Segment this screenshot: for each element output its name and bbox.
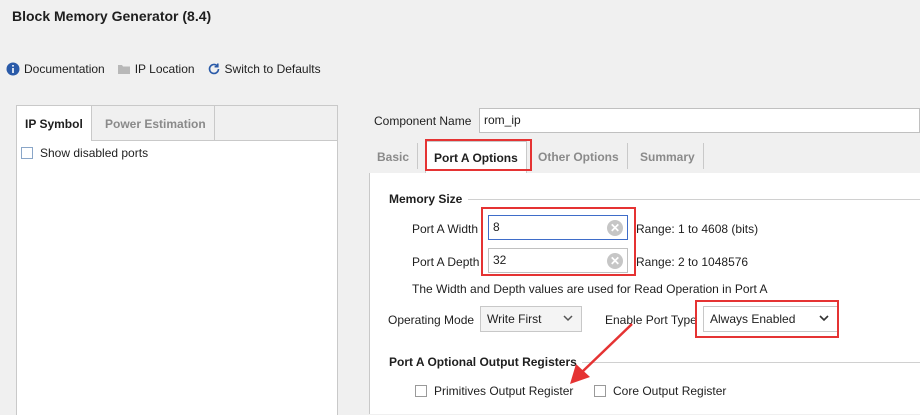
config-tab-bar: Basic Port A Options Other Options Summa… <box>369 141 920 174</box>
folder-icon <box>117 62 131 76</box>
tab-basic[interactable]: Basic <box>369 143 419 169</box>
ip-symbol-panel: IP Symbol Power Estimation Show disabled… <box>16 105 338 415</box>
tab-ip-symbol[interactable]: IP Symbol <box>17 106 92 141</box>
ip-location-label: IP Location <box>134 62 195 76</box>
annotation-arrow-icon <box>570 323 633 384</box>
clear-depth-icon[interactable]: ✕ <box>607 253 623 269</box>
switch-defaults-label: Switch to Defaults <box>224 62 321 76</box>
component-name-label: Component Name <box>374 114 472 128</box>
info-icon <box>6 62 20 76</box>
memory-size-title: Memory Size <box>389 192 463 206</box>
tab-summary[interactable]: Summary <box>632 143 704 169</box>
tab-port-a-options[interactable]: Port A Options <box>425 141 527 174</box>
width-depth-note: The Width and Depth values are used for … <box>412 282 768 296</box>
memory-size-divider <box>468 199 920 200</box>
tab-power-estimation[interactable]: Power Estimation <box>97 106 215 140</box>
chevron-down-icon <box>819 312 829 326</box>
port-a-width-range: Range: 1 to 4608 (bits) <box>636 222 759 236</box>
port-a-depth-label: Port A Depth <box>412 255 480 269</box>
tab-other-options[interactable]: Other Options <box>530 143 628 169</box>
operating-mode-label: Operating Mode <box>388 313 475 327</box>
clear-width-icon[interactable]: ✕ <box>607 220 623 236</box>
port-a-width-label: Port A Width <box>412 222 479 236</box>
output-registers-title: Port A Optional Output Registers <box>389 355 577 369</box>
port-a-depth-range: Range: 2 to 1048576 <box>636 255 749 269</box>
window-title: Block Memory Generator (8.4) <box>12 8 212 24</box>
show-disabled-ports-checkbox[interactable] <box>21 147 33 159</box>
left-tab-bar: IP Symbol Power Estimation <box>17 106 337 141</box>
port-a-depth-input[interactable]: 32 ✕ <box>488 248 628 273</box>
port-a-options-content: Memory Size Port A Width 8 ✕ Range: 1 to… <box>369 173 920 414</box>
operating-mode-value: Write First <box>487 312 542 326</box>
ip-location-button[interactable]: IP Location <box>117 62 195 76</box>
component-name-input[interactable]: rom_ip <box>479 108 920 133</box>
primitives-output-register-checkbox[interactable] <box>415 385 427 397</box>
toolbar: Documentation IP Location Switch to Defa… <box>6 60 333 78</box>
enable-port-type-value: Always Enabled <box>710 312 796 326</box>
refresh-icon <box>207 62 221 76</box>
show-disabled-ports-row[interactable]: Show disabled ports <box>21 146 148 160</box>
primitives-output-register-label: Primitives Output Register <box>434 384 574 398</box>
port-a-depth-value: 32 <box>493 253 507 267</box>
port-a-width-input[interactable]: 8 ✕ <box>488 215 628 240</box>
configuration-panel: Component Name rom_ip Basic Port A Optio… <box>361 105 920 414</box>
documentation-button[interactable]: Documentation <box>6 62 105 76</box>
port-a-width-value: 8 <box>493 220 500 234</box>
primitives-output-register-row[interactable]: Primitives Output Register <box>415 384 573 398</box>
show-disabled-ports-label: Show disabled ports <box>40 146 149 160</box>
documentation-label: Documentation <box>24 62 105 76</box>
enable-port-type-select[interactable]: Always Enabled <box>703 306 838 332</box>
switch-defaults-button[interactable]: Switch to Defaults <box>207 62 321 76</box>
